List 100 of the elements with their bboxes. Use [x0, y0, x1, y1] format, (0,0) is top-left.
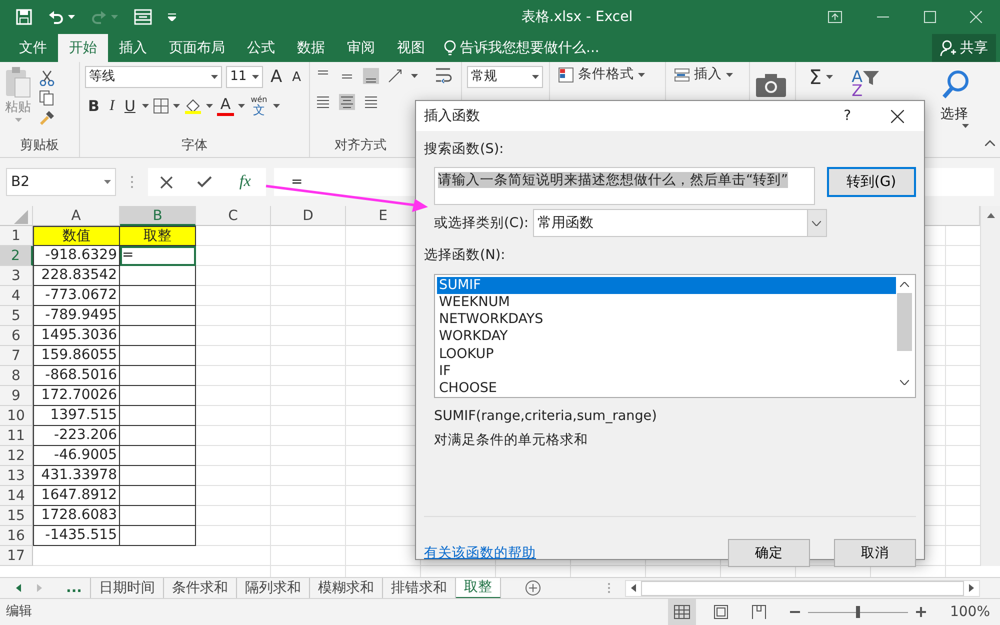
borders-icon[interactable]	[153, 98, 170, 114]
save-icon[interactable]	[16, 9, 32, 25]
filter-icon[interactable]	[862, 70, 879, 86]
row-header[interactable]: 7	[0, 346, 33, 366]
scroll-up-icon[interactable]	[986, 213, 994, 218]
caret-icon[interactable]	[962, 124, 969, 128]
shrink-font-button[interactable]: A	[289, 70, 304, 84]
add-sheet-icon[interactable]	[524, 580, 541, 596]
page-break-icon[interactable]	[752, 605, 766, 619]
row-header[interactable]: 9	[0, 386, 33, 406]
function-item[interactable]: NETWORKDAYS	[437, 311, 896, 328]
caret-icon[interactable]	[726, 73, 733, 77]
underline-button[interactable]: U	[121, 98, 138, 114]
caret-icon[interactable]	[638, 73, 645, 77]
row-header[interactable]: 13	[0, 466, 33, 486]
row-header[interactable]: 1	[0, 226, 33, 246]
function-item[interactable]: SUMIF	[437, 276, 896, 294]
font-color-button[interactable]: A	[217, 96, 234, 116]
help-button[interactable]: ?	[844, 106, 851, 126]
dialog-button[interactable]: 确定	[728, 539, 810, 567]
caret-icon[interactable]	[238, 104, 245, 108]
help-link[interactable]: 有关该函数的帮助	[424, 542, 536, 564]
tell-me-field[interactable]: 告诉我您想要做什么...	[460, 38, 600, 58]
search-icon[interactable]	[940, 70, 969, 100]
row-header[interactable]: 4	[0, 286, 33, 306]
scissors-icon[interactable]	[39, 70, 55, 86]
row-header[interactable]: 5	[0, 306, 33, 326]
caret-icon[interactable]	[252, 75, 260, 79]
row-header[interactable]: 15	[0, 506, 33, 526]
function-item[interactable]: IF	[437, 362, 896, 380]
align-center-icon[interactable]	[339, 94, 355, 110]
collapse-icon[interactable]	[985, 140, 995, 146]
function-item[interactable]: LOOKUP	[437, 346, 896, 363]
cancel-icon[interactable]	[160, 176, 174, 188]
format-painter-icon[interactable]	[39, 110, 55, 126]
caret-icon[interactable]	[142, 104, 150, 108]
ribbon-tab[interactable]: 审阅	[336, 34, 386, 62]
insert-function-button[interactable]: fx	[236, 173, 254, 191]
enter-icon[interactable]	[197, 176, 212, 188]
caret-icon[interactable]	[273, 104, 280, 108]
function-item[interactable]: WEEKNUM	[437, 294, 896, 312]
go-button[interactable]: 转到(G)	[826, 167, 916, 198]
scroll-left-icon[interactable]	[631, 584, 636, 592]
column-header[interactable]: C	[196, 206, 271, 226]
zoom-slider[interactable]	[808, 606, 908, 618]
scrollbar-thumb[interactable]	[897, 292, 912, 350]
caret-icon[interactable]	[532, 75, 539, 79]
horizontal-scrollbar[interactable]	[625, 580, 980, 596]
conditional-format-button[interactable]: 条件格式	[555, 66, 648, 84]
row-header[interactable]: 12	[0, 446, 33, 466]
ribbon-tab[interactable]: 公式	[236, 34, 286, 62]
search-field[interactable]: 请输入一条简短说明来描述您想做什么，然后单击“转到”	[434, 167, 814, 206]
row-header[interactable]: 6	[0, 326, 33, 346]
row-header[interactable]: 11	[0, 426, 33, 446]
ribbon-tab[interactable]: 页面布局	[158, 34, 236, 62]
maximize-icon[interactable]	[924, 11, 936, 23]
bold-button[interactable]: B	[85, 98, 102, 114]
column-header[interactable]: B	[120, 206, 196, 226]
row-header[interactable]: 17	[0, 546, 33, 566]
wrap-text-icon[interactable]	[434, 66, 454, 86]
function-item[interactable]: WORKDAY	[437, 328, 896, 346]
caret-icon[interactable]	[211, 75, 218, 79]
row-header[interactable]: 2	[0, 246, 33, 266]
caret-icon[interactable]	[411, 74, 418, 78]
scroll-down-icon[interactable]	[900, 380, 909, 385]
orientation-icon[interactable]	[387, 68, 403, 84]
ribbon-display-icon[interactable]	[828, 11, 842, 23]
close-icon[interactable]	[891, 110, 904, 122]
dropdown-caret-icon[interactable]	[812, 220, 822, 226]
number-format-dropdown[interactable]: 常规	[467, 66, 543, 88]
active-cell[interactable]: =	[120, 246, 196, 266]
align-right-icon[interactable]	[363, 94, 379, 110]
camera-icon[interactable]	[755, 72, 787, 98]
ribbon-tab[interactable]: 视图	[386, 34, 436, 62]
font-size-dropdown[interactable]: 11	[226, 66, 264, 88]
form-icon[interactable]	[134, 9, 152, 25]
customize-icon[interactable]	[168, 13, 176, 21]
page-layout-icon[interactable]	[714, 605, 728, 619]
align-left-icon[interactable]	[315, 94, 331, 110]
row-header[interactable]: 14	[0, 486, 33, 506]
row-header[interactable]: 16	[0, 526, 33, 546]
grow-font-button[interactable]: A	[267, 68, 286, 86]
share-button[interactable]: 共享	[932, 34, 996, 62]
undo-icon[interactable]	[48, 9, 64, 25]
caret-icon[interactable]	[173, 104, 180, 108]
phonetic-button[interactable]: wén 文	[248, 96, 270, 116]
autosum-button[interactable]: Σ	[806, 66, 836, 88]
row-header[interactable]: 3	[0, 266, 33, 286]
ribbon-tab[interactable]: 数据	[286, 34, 336, 62]
zoom-thumb[interactable]	[856, 606, 860, 618]
ribbon-tab[interactable]: 文件	[8, 34, 58, 62]
column-header[interactable]: D	[271, 206, 346, 226]
category-dropdown[interactable]: 常用函数	[532, 209, 827, 238]
dialog-button[interactable]: 取消	[834, 539, 916, 567]
vertical-scrollbar[interactable]	[980, 206, 1000, 566]
scroll-left-icon[interactable]	[16, 584, 21, 592]
sheet-tab[interactable]: 取整	[456, 578, 501, 598]
ribbon-tab[interactable]: 开始	[58, 34, 108, 62]
zoom-in-icon[interactable]	[916, 607, 926, 617]
scroll-right-icon[interactable]	[969, 584, 974, 592]
